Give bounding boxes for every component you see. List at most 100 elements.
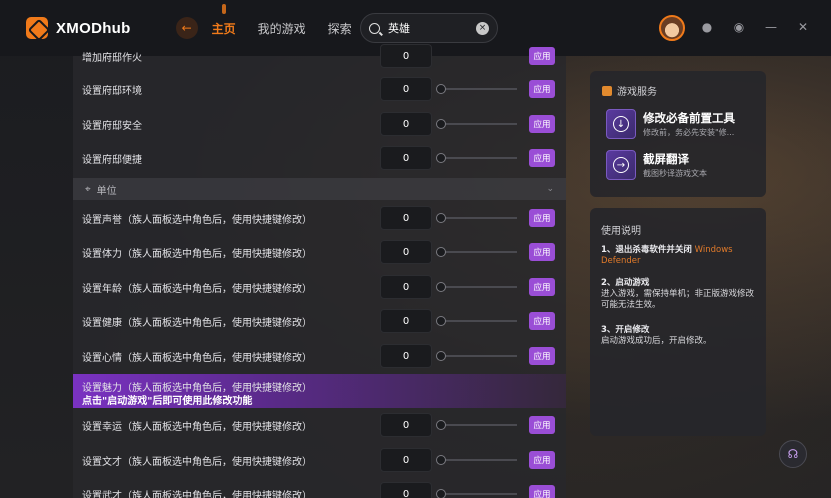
section-header-units[interactable]: ⌖ 单位 ⌄ xyxy=(73,178,566,200)
step-body: 启动游戏成功后，开启修改。 xyxy=(601,336,712,346)
value-input[interactable]: 0 xyxy=(380,309,432,333)
row-label: 设置府邸环境 xyxy=(82,85,142,97)
row-label: 设置府邸便捷 xyxy=(82,154,142,166)
value-input[interactable]: 0 xyxy=(380,344,432,368)
value-input[interactable]: 0 xyxy=(380,448,432,472)
value-input[interactable]: 0 xyxy=(380,413,432,437)
settings-icon[interactable]: ● xyxy=(700,20,714,34)
step-head: 2、启动游戏 xyxy=(601,278,650,288)
list-item: 设置健康（族人面板选中角色后，使用快捷键修改） 0 应用 xyxy=(73,305,566,337)
list-item: 设置声誉（族人面板选中角色后，使用快捷键修改） 0 应用 xyxy=(73,202,566,234)
section-label: 单位 xyxy=(96,185,117,197)
apply-button[interactable]: 应用 xyxy=(529,149,555,167)
value-input[interactable]: 0 xyxy=(380,206,432,230)
apply-button[interactable]: 应用 xyxy=(529,209,555,227)
headset-icon: ☊ xyxy=(787,447,799,461)
service-icon-box: ↓ xyxy=(606,109,636,139)
service-title: 修改必备前置工具 xyxy=(643,111,735,125)
service-title: 截屏翻译 xyxy=(643,152,689,166)
window-controls: ● ◉ — ✕ xyxy=(700,20,828,34)
value-input[interactable]: 0 xyxy=(380,77,432,101)
value-input[interactable]: 0 xyxy=(380,240,432,264)
row-label: 设置心情（族人面板选中角色后，使用快捷键修改） xyxy=(82,352,312,364)
close-icon[interactable]: ✕ xyxy=(796,20,810,34)
row-label: 设置健康（族人面板选中角色后，使用快捷键修改） xyxy=(82,317,312,329)
app-logo[interactable]: XMODhub xyxy=(26,17,131,39)
services-header: 游戏服务 xyxy=(602,83,657,98)
apply-button[interactable]: 应用 xyxy=(529,115,555,133)
apply-button[interactable]: 应用 xyxy=(529,451,555,469)
back-button[interactable]: ← xyxy=(175,17,198,39)
list-item: 设置府邸安全 0 应用 xyxy=(73,108,566,140)
game-services-card: 游戏服务 ↓ 修改必备前置工具 修改前，务必先安装"修... → 截屏翻译 截图… xyxy=(590,71,766,197)
list-item: 设置年龄（族人面板选中角色后，使用快捷键修改） 0 应用 xyxy=(73,271,566,303)
list-item: 设置心情（族人面板选中角色后，使用快捷键修改） 0 应用 xyxy=(73,340,566,372)
list-item: 设置幸运（族人面板选中角色后，使用快捷键修改） 0 应用 xyxy=(73,409,566,441)
row-label: 设置年龄（族人面板选中角色后，使用快捷键修改） xyxy=(82,283,312,295)
service-desc: 修改前，务必先安装"修... xyxy=(643,128,735,137)
avatar[interactable] xyxy=(659,15,685,41)
value-slider[interactable] xyxy=(436,213,517,223)
nav-item-my-games[interactable]: 我的游戏 xyxy=(258,20,306,37)
mod-list: 增加府邸作火 0 应用 设置府邸环境 0 应用 设置府邸安全 0 应用 设置府邸… xyxy=(73,44,566,498)
search-icon xyxy=(369,22,380,34)
service-icon-box: → xyxy=(606,150,636,180)
list-item: 设置体力（族人面板选中角色后，使用快捷键修改） 0 应用 xyxy=(73,236,566,268)
value-input[interactable]: 0 xyxy=(380,146,432,170)
apply-button[interactable]: 应用 xyxy=(529,278,555,296)
list-item: 设置府邸便捷 0 应用 xyxy=(73,142,566,174)
value-slider[interactable] xyxy=(436,84,517,94)
list-item: 设置武才（族人面板选中角色后，使用快捷键修改） 0 应用 xyxy=(73,478,566,498)
row-label: 设置体力（族人面板选中角色后，使用快捷键修改） xyxy=(82,248,312,260)
value-slider[interactable] xyxy=(436,489,517,498)
list-item: 设置文才（族人面板选中角色后，使用快捷键修改） 0 应用 xyxy=(73,444,566,476)
arrow-left-icon: ← xyxy=(181,21,192,35)
value-slider[interactable] xyxy=(436,282,517,292)
value-slider[interactable] xyxy=(436,119,517,129)
apply-button[interactable]: 应用 xyxy=(529,416,555,434)
value-input[interactable]: 0 xyxy=(380,112,432,136)
value-slider[interactable] xyxy=(436,153,517,163)
value-slider[interactable] xyxy=(436,247,517,257)
value-input[interactable]: 0 xyxy=(380,482,432,498)
start-game-hint: 点击"启动游戏"后即可使用此修改功能 xyxy=(82,396,253,407)
value-slider[interactable] xyxy=(436,316,517,326)
apply-button[interactable]: 应用 xyxy=(529,243,555,261)
support-button[interactable]: ☊ xyxy=(779,440,807,468)
step-head: 1、退出杀毒软件并关闭 xyxy=(601,245,692,255)
service-item-prereq-tools[interactable]: ↓ 修改必备前置工具 修改前，务必先安装"修... xyxy=(606,109,756,141)
value-input[interactable]: 0 xyxy=(380,44,432,68)
apply-button[interactable]: 应用 xyxy=(529,80,555,98)
list-item: 增加府邸作火 0 应用 xyxy=(73,40,566,72)
apply-button[interactable]: 应用 xyxy=(529,312,555,330)
service-desc: 截图秒译游戏文本 xyxy=(643,169,707,178)
value-slider[interactable] xyxy=(436,351,517,361)
main-nav: 主页 我的游戏 探索 xyxy=(212,3,374,37)
value-input[interactable]: 0 xyxy=(380,275,432,299)
row-label: 设置府邸安全 xyxy=(82,120,142,132)
minimize-icon[interactable]: — xyxy=(764,20,778,34)
nav-item-explore[interactable]: 探索 xyxy=(328,20,352,37)
translate-icon: → xyxy=(613,157,629,173)
search-input[interactable]: 英雄 xyxy=(388,20,476,36)
row-label: 设置声誉（族人面板选中角色后，使用快捷键修改） xyxy=(82,214,312,226)
apply-button[interactable]: 应用 xyxy=(529,347,555,365)
box-icon xyxy=(602,85,612,96)
value-slider[interactable] xyxy=(436,420,517,430)
clear-icon[interactable]: × xyxy=(476,21,489,35)
list-item-highlighted[interactable]: 设置魅力（族人面板选中角色后，使用快捷键修改） 点击"启动游戏"后即可使用此修改… xyxy=(73,374,566,408)
chevron-down-icon: ⌄ xyxy=(546,184,554,194)
services-title: 游戏服务 xyxy=(617,87,657,98)
step-head: 3、开启修改 xyxy=(601,325,650,335)
value-slider[interactable] xyxy=(436,455,517,465)
step-body: 进入游戏，需保持单机；非正版游戏修改可能无法生效。 xyxy=(601,289,755,310)
row-label: 增加府邸作火 xyxy=(82,52,142,64)
apply-button[interactable]: 应用 xyxy=(529,47,555,65)
search-box[interactable]: 英雄 × xyxy=(360,13,498,43)
gear-icon[interactable]: ◉ xyxy=(732,20,746,34)
apply-button[interactable]: 应用 xyxy=(529,485,555,498)
row-label: 设置幸运（族人面板选中角色后，使用快捷键修改） xyxy=(82,421,312,433)
service-item-screen-translate[interactable]: → 截屏翻译 截图秒译游戏文本 xyxy=(606,150,756,182)
instructions-title: 使用说明 xyxy=(601,226,641,237)
nav-item-home[interactable]: 主页 xyxy=(212,3,236,37)
